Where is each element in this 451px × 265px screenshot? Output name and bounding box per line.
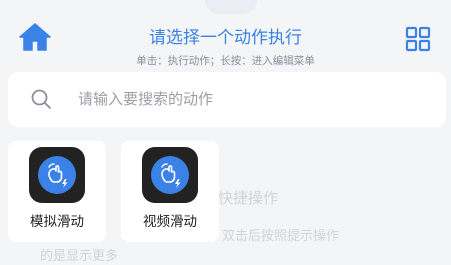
page-title: 请选择一个动作执行 xyxy=(149,28,302,48)
dialog-header: 请选择一个动作执行 单击：执行动作；长按：进入编辑菜单 xyxy=(0,0,451,72)
background-text: 双击后按照提示操作 xyxy=(222,229,340,244)
grid-icon xyxy=(405,26,431,52)
action-icon-tile xyxy=(142,147,198,203)
action-card[interactable]: 模拟滑动 xyxy=(8,141,106,242)
swipe-gesture-icon xyxy=(151,156,189,194)
swipe-gesture-icon xyxy=(38,156,76,194)
search-input[interactable] xyxy=(78,84,428,114)
page-subtitle: 单击：执行动作；长按：进入编辑菜单 xyxy=(136,55,315,67)
search-bar[interactable] xyxy=(8,72,446,127)
action-label: 模拟滑动 xyxy=(30,214,84,230)
search-icon xyxy=(31,89,51,109)
action-card[interactable]: 视频滑动 xyxy=(121,141,219,242)
action-icon-tile xyxy=(29,147,85,203)
action-label: 视频滑动 xyxy=(143,214,197,230)
background-text: 的是显示更多 xyxy=(40,249,119,264)
background-text: 快捷操作 xyxy=(218,189,279,207)
grid-view-button[interactable] xyxy=(404,25,432,53)
